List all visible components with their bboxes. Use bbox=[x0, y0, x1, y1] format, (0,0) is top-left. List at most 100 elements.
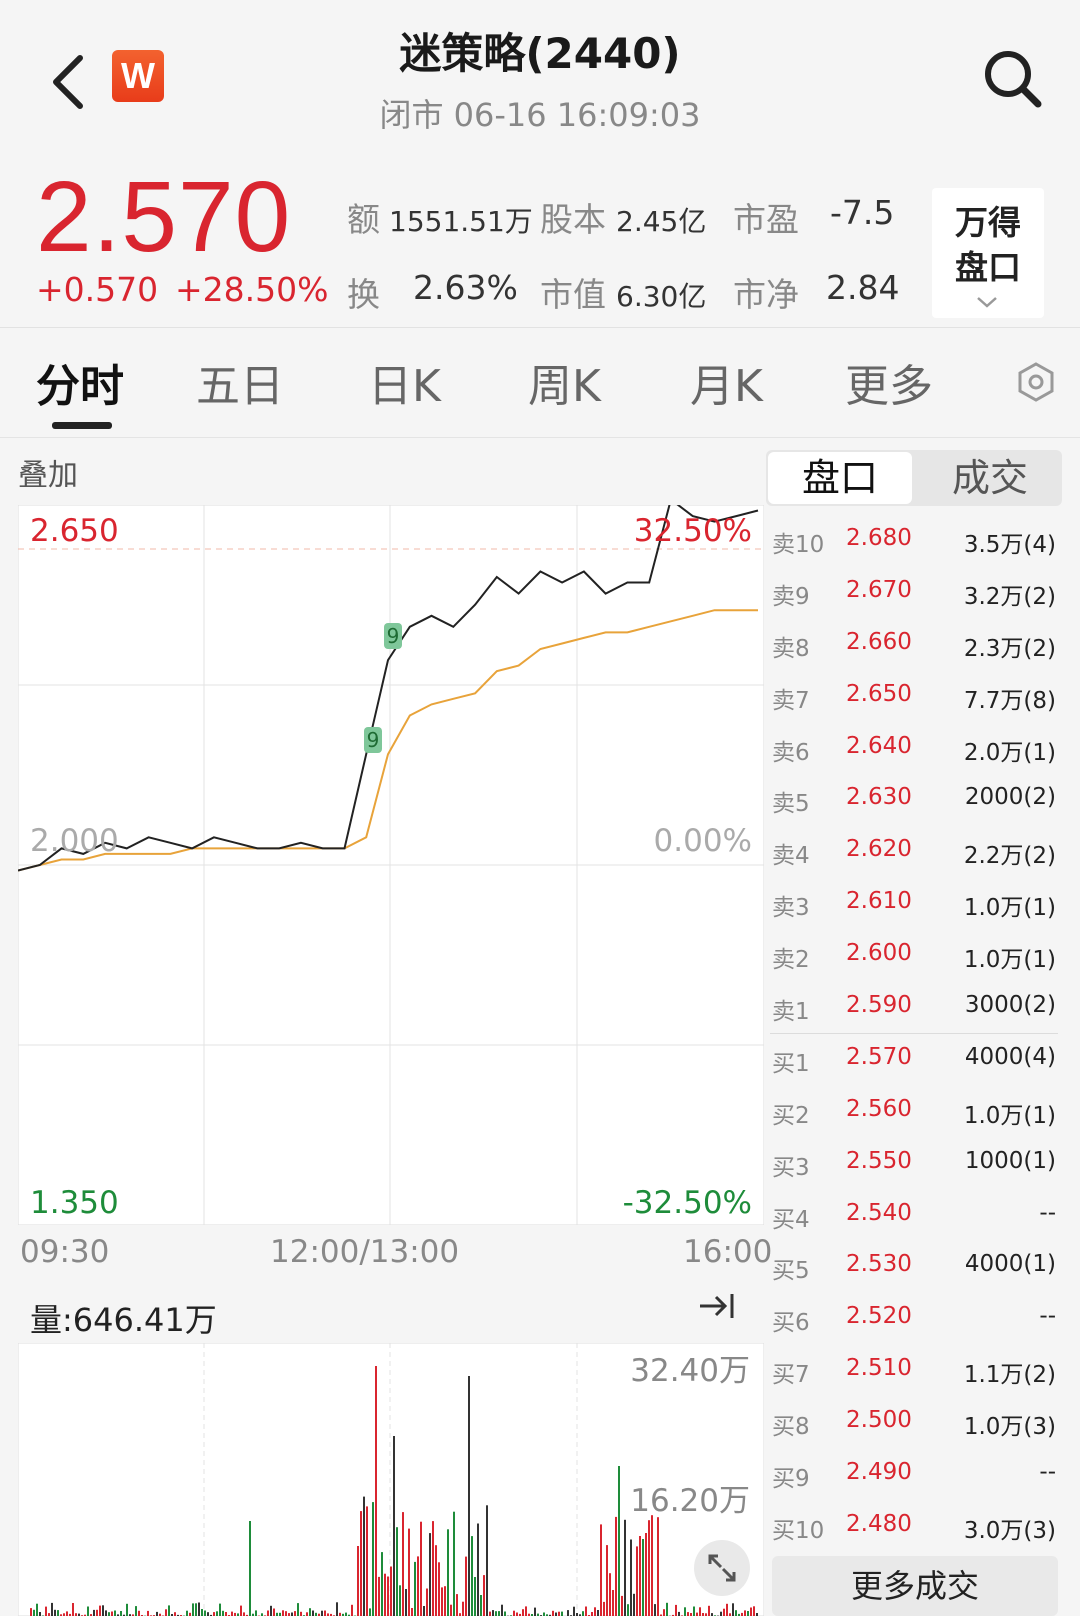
volume-bar bbox=[492, 1610, 494, 1616]
volume-bar bbox=[336, 1602, 338, 1616]
ask-row[interactable]: 卖10 2.680 3.5万(4) bbox=[770, 515, 1058, 567]
volume-bar bbox=[297, 1603, 299, 1616]
volume-bar bbox=[636, 1546, 638, 1616]
volume-bar bbox=[369, 1608, 371, 1616]
ask-row[interactable]: 卖2 2.600 1.0万(1) bbox=[770, 930, 1058, 982]
volume-bar bbox=[396, 1527, 398, 1616]
svg-text:9: 9 bbox=[387, 624, 400, 648]
volume-bar bbox=[120, 1611, 122, 1616]
event-marker[interactable]: 9 bbox=[364, 727, 382, 753]
volume-bar bbox=[360, 1511, 362, 1616]
ask-row[interactable]: 卖4 2.620 2.2万(2) bbox=[770, 826, 1058, 878]
chart-settings-button[interactable] bbox=[1014, 360, 1058, 404]
ask-row[interactable]: 卖8 2.660 2.3万(2) bbox=[770, 619, 1058, 671]
bid-row[interactable]: 买7 2.510 1.1万(2) bbox=[770, 1345, 1058, 1397]
volume-bar bbox=[651, 1515, 653, 1616]
wind-pankou-button[interactable]: 万得 盘口 bbox=[932, 188, 1044, 318]
bid-row[interactable]: 买3 2.550 1000(1) bbox=[770, 1138, 1058, 1190]
volume-bar bbox=[174, 1612, 176, 1616]
ask-row[interactable]: 卖9 2.670 3.2万(2) bbox=[770, 567, 1058, 619]
volume-bar bbox=[666, 1602, 668, 1616]
volume-bar bbox=[384, 1573, 386, 1616]
tab-five-day[interactable]: 五日 bbox=[196, 350, 284, 414]
ask-row[interactable]: 卖3 2.610 1.0万(1) bbox=[770, 878, 1058, 930]
market-cap-value: 6.30亿 bbox=[616, 280, 707, 313]
level-label: 买8 bbox=[772, 1414, 810, 1441]
volume-bar bbox=[390, 1566, 392, 1616]
tab-weekly-k[interactable]: 周K bbox=[528, 350, 601, 414]
price-change-pct: +28.50% bbox=[175, 270, 329, 309]
volume-bar bbox=[231, 1611, 233, 1616]
overlay-button[interactable]: 叠加 bbox=[18, 450, 78, 494]
volume-bar bbox=[126, 1603, 128, 1616]
volume-bar bbox=[633, 1593, 635, 1616]
tab-daily-k[interactable]: 日K bbox=[368, 350, 441, 414]
level-volume: -- bbox=[1039, 1459, 1056, 1486]
bid-row[interactable]: 买10 2.480 3.0万(3) bbox=[770, 1501, 1058, 1553]
volume-bar bbox=[597, 1610, 599, 1616]
volume-bar bbox=[165, 1609, 167, 1616]
volume-bar bbox=[255, 1610, 257, 1616]
bid-row[interactable]: 买6 2.520 -- bbox=[770, 1293, 1058, 1345]
volume-bar bbox=[675, 1604, 677, 1616]
volume-bar bbox=[426, 1588, 428, 1616]
volume-bar bbox=[486, 1505, 488, 1616]
ask-row[interactable]: 卖5 2.630 2000(2) bbox=[770, 774, 1058, 826]
bid-row[interactable]: 买5 2.530 4000(1) bbox=[770, 1241, 1058, 1293]
volume-bar bbox=[33, 1609, 35, 1616]
level-volume: 1000(1) bbox=[964, 1147, 1056, 1174]
ask-row[interactable]: 卖6 2.640 2.0万(1) bbox=[770, 723, 1058, 775]
level-label: 买7 bbox=[772, 1362, 810, 1389]
volume-bar bbox=[639, 1536, 641, 1616]
ask-row[interactable]: 卖7 2.650 7.7万(8) bbox=[770, 671, 1058, 723]
volume-bar bbox=[462, 1601, 464, 1616]
volume-bar bbox=[456, 1594, 458, 1616]
ask-row[interactable]: 卖1 2.590 3000(2) bbox=[770, 982, 1058, 1034]
volume-bar bbox=[66, 1611, 68, 1616]
volume-bar bbox=[378, 1576, 380, 1616]
tab-intraday[interactable]: 分时 bbox=[36, 350, 124, 414]
level-label: 卖1 bbox=[772, 999, 810, 1026]
volume-bar bbox=[624, 1519, 626, 1616]
volume-bar bbox=[573, 1606, 575, 1616]
level-price: 2.650 bbox=[846, 680, 912, 707]
divider bbox=[0, 437, 1080, 438]
level-label: 卖4 bbox=[772, 843, 810, 870]
volume-bar bbox=[51, 1602, 53, 1616]
volume-bar bbox=[744, 1610, 746, 1616]
level-label: 买6 bbox=[772, 1310, 810, 1337]
event-marker[interactable]: 9 bbox=[384, 623, 402, 649]
tab-trades[interactable]: 成交 bbox=[918, 452, 1062, 504]
level-price: 2.560 bbox=[846, 1095, 912, 1122]
fullscreen-button[interactable] bbox=[694, 1540, 750, 1596]
search-button[interactable] bbox=[978, 44, 1048, 114]
tab-monthly-k[interactable]: 月K bbox=[690, 350, 763, 414]
volume-bar bbox=[684, 1607, 686, 1616]
level-volume: 1.0万(1) bbox=[963, 1102, 1056, 1129]
volume-bar bbox=[201, 1609, 203, 1616]
bid-row[interactable]: 买1 2.570 4000(4) bbox=[770, 1034, 1058, 1086]
chevron-down-icon bbox=[977, 297, 997, 308]
bid-row[interactable]: 买8 2.500 1.0万(3) bbox=[770, 1397, 1058, 1449]
volume-bar bbox=[723, 1608, 725, 1616]
turnover-value: 1551.51万 bbox=[389, 205, 533, 238]
level-volume: 3.5万(4) bbox=[963, 532, 1056, 558]
tab-more[interactable]: 更多 bbox=[845, 350, 933, 414]
more-trades-button[interactable]: 更多成交 bbox=[772, 1556, 1058, 1616]
jump-to-end-button[interactable] bbox=[692, 1282, 740, 1330]
level-label: 买4 bbox=[772, 1206, 810, 1233]
level-volume: -- bbox=[1039, 1303, 1056, 1330]
pct-axis-mid-label: 0.00% bbox=[654, 823, 752, 859]
level-volume: 4000(4) bbox=[964, 1043, 1056, 1070]
level-price: 2.570 bbox=[846, 1043, 912, 1070]
bid-row[interactable]: 买9 2.490 -- bbox=[770, 1449, 1058, 1501]
bid-row[interactable]: 买4 2.540 -- bbox=[770, 1190, 1058, 1242]
bid-row[interactable]: 买2 2.560 1.0万(1) bbox=[770, 1086, 1058, 1138]
intraday-chart[interactable]: 2.650 2.000 1.350 32.50% 0.00% -32.50% 9… bbox=[18, 505, 764, 1225]
level-price: 2.520 bbox=[846, 1303, 912, 1330]
share-capital-label: 股本 bbox=[540, 200, 606, 239]
tab-order-book[interactable]: 盘口 bbox=[768, 452, 912, 504]
pct-axis-bottom-label: -32.50% bbox=[623, 1185, 752, 1221]
level-price: 2.600 bbox=[846, 940, 912, 967]
level-volume: 2.0万(1) bbox=[963, 739, 1056, 766]
